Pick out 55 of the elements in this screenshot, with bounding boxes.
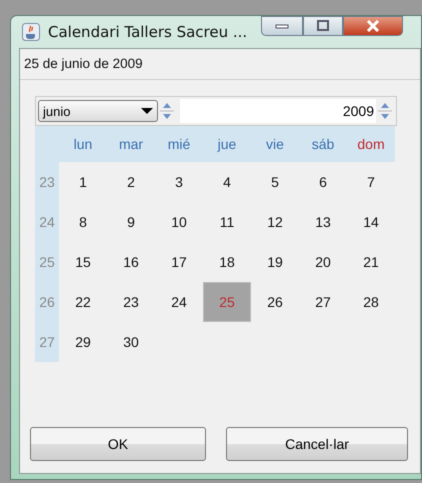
close-icon	[366, 20, 380, 32]
dropdown-arrow-icon	[141, 108, 153, 114]
month-combo[interactable]: junio	[38, 100, 158, 122]
day-cell[interactable]: 15	[59, 242, 107, 282]
day-cell[interactable]: 11	[203, 202, 251, 242]
weekday-header: jue	[203, 126, 251, 162]
weekday-header: mié	[155, 126, 203, 162]
weekday-header: lun	[59, 126, 107, 162]
year-field[interactable]: 2009	[180, 99, 376, 123]
dialog-button[interactable]: Cancel·lar	[226, 427, 408, 461]
day-cell[interactable]: 12	[251, 202, 299, 242]
day-cell[interactable]: 16	[107, 242, 155, 282]
coffee-cup-icon	[22, 23, 40, 41]
maximize-button[interactable]	[303, 16, 344, 36]
day-cell[interactable]: 10	[155, 202, 203, 242]
day-cell[interactable]: 30	[107, 322, 155, 362]
day-cell[interactable]: 8	[59, 202, 107, 242]
week-number: 26	[35, 282, 59, 322]
week-number: 24	[35, 202, 59, 242]
day-cell[interactable]: 21	[347, 242, 395, 282]
day-cell[interactable]: 24	[155, 282, 203, 322]
day-cell[interactable]: 13	[299, 202, 347, 242]
weekday-header: dom	[347, 126, 395, 162]
date-field[interactable]: 25 de junio de 2009	[20, 49, 420, 80]
day-cell[interactable]: 7	[347, 162, 395, 202]
maximize-icon	[316, 20, 330, 32]
day-cell[interactable]: 29	[59, 322, 107, 362]
day-cell[interactable]: 23	[107, 282, 155, 322]
window-title: Calendari Tallers Sacreu ...	[48, 23, 248, 41]
day-cell[interactable]: 27	[299, 282, 347, 322]
day-cell[interactable]: 26	[251, 282, 299, 322]
day-cell[interactable]: 5	[251, 162, 299, 202]
close-button[interactable]	[343, 16, 404, 36]
weekday-header: vie	[251, 126, 299, 162]
day-cell[interactable]: 3	[155, 162, 203, 202]
day-cell[interactable]: 1	[59, 162, 107, 202]
minimize-icon	[275, 22, 290, 30]
day-cell[interactable]: 2	[107, 162, 155, 202]
day-cell[interactable]: 17	[155, 242, 203, 282]
day-cell[interactable]: 22	[59, 282, 107, 322]
dialog-button[interactable]: OK	[30, 427, 206, 461]
week-number: 25	[35, 242, 59, 282]
day-cell[interactable]: 14	[347, 202, 395, 242]
day-cell[interactable]: 19	[251, 242, 299, 282]
minimize-button[interactable]	[261, 16, 304, 36]
week-number: 27	[35, 322, 59, 362]
week-number: 23	[35, 162, 59, 202]
day-cell[interactable]: 18	[203, 242, 251, 282]
day-cell[interactable]: 28	[347, 282, 395, 322]
day-cell[interactable]: 20	[299, 242, 347, 282]
weekday-header: mar	[107, 126, 155, 162]
day-cell[interactable]: 9	[107, 202, 155, 242]
day-cell[interactable]: 4	[203, 162, 251, 202]
day-cell[interactable]: 6	[299, 162, 347, 202]
weekday-header: sáb	[299, 126, 347, 162]
